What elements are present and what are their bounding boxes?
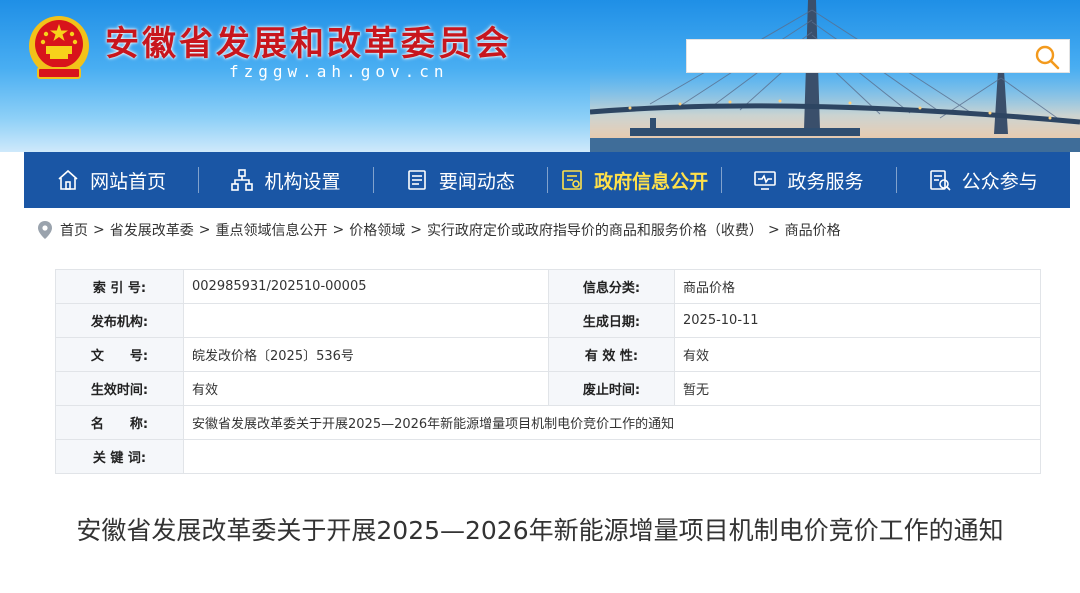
location-pin-icon bbox=[38, 221, 52, 239]
site-title: 安徽省发展和改革委员会 bbox=[105, 24, 512, 64]
breadcrumb-separator: > bbox=[93, 222, 105, 238]
nav-item-label: 机构设置 bbox=[264, 170, 341, 193]
document-title: 安徽省发展改革委关于开展2025—2026年新能源增量项目机制电价竞价工作的通知 bbox=[76, 516, 1004, 545]
keywords-value bbox=[183, 439, 1041, 474]
breadcrumb-ndrc[interactable]: 省发展改革委 bbox=[110, 220, 194, 240]
validity-value: 有效 bbox=[674, 337, 1041, 372]
search-box bbox=[686, 39, 1070, 73]
abolish-value: 暂无 bbox=[674, 371, 1041, 406]
index-label: 索 引 号: bbox=[55, 269, 184, 304]
nav-item-label: 政府信息公开 bbox=[594, 170, 709, 193]
breadcrumb-separator: > bbox=[410, 222, 422, 238]
main-nav: 网站首页 机构设置 要闻动态 政府信息公开 政务服务 公众参与 bbox=[24, 152, 1070, 208]
table-row: 关 键 词: bbox=[55, 439, 1041, 474]
news-icon bbox=[408, 170, 426, 190]
breadcrumb-key-areas[interactable]: 重点领域信息公开 bbox=[215, 220, 327, 240]
effective-label: 生效时间: bbox=[55, 371, 184, 406]
docno-value: 皖发改价格〔2025〕536号 bbox=[183, 337, 549, 372]
nav-item-home[interactable]: 网站首页 bbox=[24, 152, 198, 208]
category-label: 信息分类: bbox=[548, 269, 675, 304]
date-label: 生成日期: bbox=[548, 303, 675, 338]
nav-item-participation[interactable]: 公众参与 bbox=[895, 152, 1070, 208]
site-domain: fzggw.ah.gov.cn bbox=[229, 62, 449, 81]
name-label: 名 称: bbox=[55, 405, 184, 440]
search-icon[interactable] bbox=[1033, 43, 1061, 71]
nav-item-label: 网站首页 bbox=[90, 170, 167, 193]
nav-item-services[interactable]: 政务服务 bbox=[721, 152, 895, 208]
breadcrumb-commodity-price[interactable]: 商品价格 bbox=[785, 220, 841, 240]
name-value: 安徽省发展改革委关于开展2025—2026年新能源增量项目机制电价竞价工作的通知 bbox=[183, 405, 1041, 440]
search-input[interactable] bbox=[687, 40, 1017, 72]
validity-label: 有 效 性: bbox=[548, 337, 675, 372]
nav-item-label: 要闻动态 bbox=[438, 170, 515, 193]
bridge-banner-image bbox=[590, 0, 1080, 152]
table-row: 索 引 号: 002985931/202510-00005 信息分类: 商品价格 bbox=[55, 269, 1041, 304]
nav-item-label: 政务服务 bbox=[787, 170, 864, 193]
nav-item-info-disclosure[interactable]: 政府信息公开 bbox=[546, 152, 721, 208]
info-open-icon bbox=[562, 170, 582, 190]
table-row: 名 称: 安徽省发展改革委关于开展2025—2026年新能源增量项目机制电价竞价… bbox=[55, 405, 1041, 440]
effective-value: 有效 bbox=[183, 371, 549, 406]
breadcrumb-gov-pricing[interactable]: 实行政府定价或政府指导价的商品和服务价格（收费） bbox=[427, 220, 763, 240]
table-row: 文 号: 皖发改价格〔2025〕536号 有 效 性: 有效 bbox=[55, 337, 1041, 372]
site-header: 安徽省发展和改革委员会 fzggw.ah.gov.cn bbox=[0, 0, 1080, 152]
nav-item-news[interactable]: 要闻动态 bbox=[372, 152, 547, 208]
nav-item-label: 公众参与 bbox=[961, 170, 1038, 193]
keywords-label: 关 键 词: bbox=[55, 439, 184, 474]
monitor-icon bbox=[754, 171, 777, 190]
breadcrumb-separator: > bbox=[332, 222, 345, 238]
abolish-label: 废止时间: bbox=[548, 371, 675, 406]
public-participation-icon bbox=[929, 170, 951, 191]
nav-item-organization[interactable]: 机构设置 bbox=[198, 152, 372, 208]
table-row: 生效时间: 有效 废止时间: 暂无 bbox=[55, 371, 1041, 406]
national-emblem-icon bbox=[29, 16, 89, 79]
table-row: 发布机构: 生成日期: 2025-10-11 bbox=[55, 303, 1041, 338]
date-value: 2025-10-11 bbox=[674, 303, 1041, 338]
publisher-value bbox=[183, 303, 549, 338]
home-icon bbox=[58, 169, 78, 190]
breadcrumb-separator: > bbox=[767, 222, 780, 238]
index-value: 002985931/202510-00005 bbox=[183, 269, 549, 304]
org-chart-icon bbox=[231, 169, 254, 191]
breadcrumb-separator: > bbox=[198, 222, 211, 238]
publisher-label: 发布机构: bbox=[55, 303, 184, 338]
breadcrumb: 首页 > 省发展改革委 > 重点领域信息公开 > 价格领域 > 实行政府定价或政… bbox=[38, 220, 841, 240]
breadcrumb-price-area[interactable]: 价格领域 bbox=[349, 220, 405, 240]
breadcrumb-home[interactable]: 首页 bbox=[60, 220, 88, 240]
category-value: 商品价格 bbox=[674, 269, 1041, 304]
document-info-table: 索 引 号: 002985931/202510-00005 信息分类: 商品价格… bbox=[55, 269, 1041, 474]
docno-label: 文 号: bbox=[55, 337, 184, 372]
